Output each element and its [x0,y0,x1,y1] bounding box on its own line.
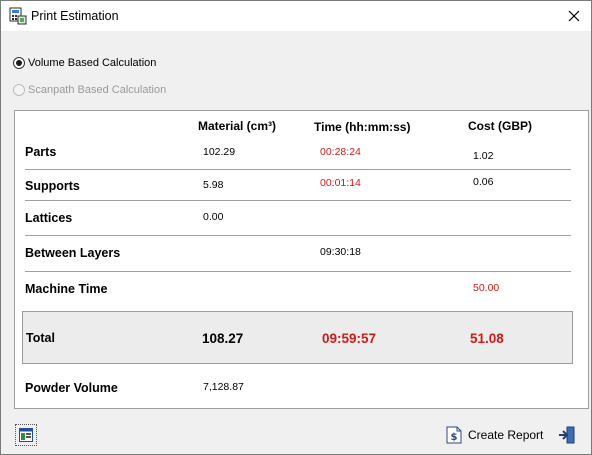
header-material: Material (cm³) [198,119,277,133]
exit-door-icon [559,426,575,444]
total-label: Total [26,331,55,345]
supports-time: 00:01:14 [320,177,361,189]
radio-scanpath-label: Scanpath Based Calculation [28,84,167,96]
row-label-between-layers: Between Layers [25,246,121,260]
row-label-machine-time: Machine Time [25,282,108,296]
parts-cost: 1.02 [473,150,494,162]
estimation-table: Material (cm³) Time (hh:mm:ss) Cost (GBP… [14,110,589,409]
machine-time-cost: 50.00 [473,282,500,294]
row-divider [25,200,571,201]
parts-material: 102.29 [203,146,236,158]
row-divider [25,235,571,236]
row-label-parts: Parts [25,145,57,159]
create-report-button[interactable]: $ Create Report [445,425,543,445]
row-label-supports: Supports [25,179,80,193]
radio-scanpath-based[interactable]: Scanpath Based Calculation [13,82,166,98]
radio-volume-based[interactable]: Volume Based Calculation [13,55,156,71]
powder-volume-value: 7,128.87 [203,381,244,393]
row-divider [25,271,571,272]
calculator-printer-icon [9,7,27,25]
header-cost: Cost (GBP) [468,119,532,133]
parts-time: 00:28:24 [320,146,361,158]
radio-button-checked[interactable] [13,57,25,69]
total-time: 09:59:57 [322,331,377,346]
lattices-material: 0.00 [203,211,224,223]
close-icon [568,10,580,22]
svg-text:$: $ [451,432,458,443]
supports-material: 5.98 [203,179,224,191]
window-settings-icon [19,428,33,442]
dollar-document-icon: $ [445,426,463,444]
window-settings-button[interactable] [15,424,37,446]
create-report-label: Create Report [468,428,544,442]
radio-volume-label: Volume Based Calculation [28,57,157,69]
supports-cost: 0.06 [473,176,494,188]
total-cost: 51.08 [470,331,504,346]
exit-button[interactable] [557,425,577,445]
total-row: Total 108.27 09:59:57 51.08 [22,311,573,364]
header-time: Time (hh:mm:ss) [314,120,411,134]
total-material: 108.27 [202,331,244,346]
row-label-lattices: Lattices [25,211,73,225]
print-estimation-dialog: Print Estimation Volume Based Calculatio… [0,0,592,455]
row-divider [25,169,571,170]
title-bar: Print Estimation [1,1,591,31]
close-button[interactable] [561,5,587,27]
radio-button-disabled[interactable] [13,84,25,96]
window-title: Print Estimation [31,9,119,23]
powder-volume-label: Powder Volume [25,381,118,395]
between-layers-time: 09:30:18 [320,246,361,258]
